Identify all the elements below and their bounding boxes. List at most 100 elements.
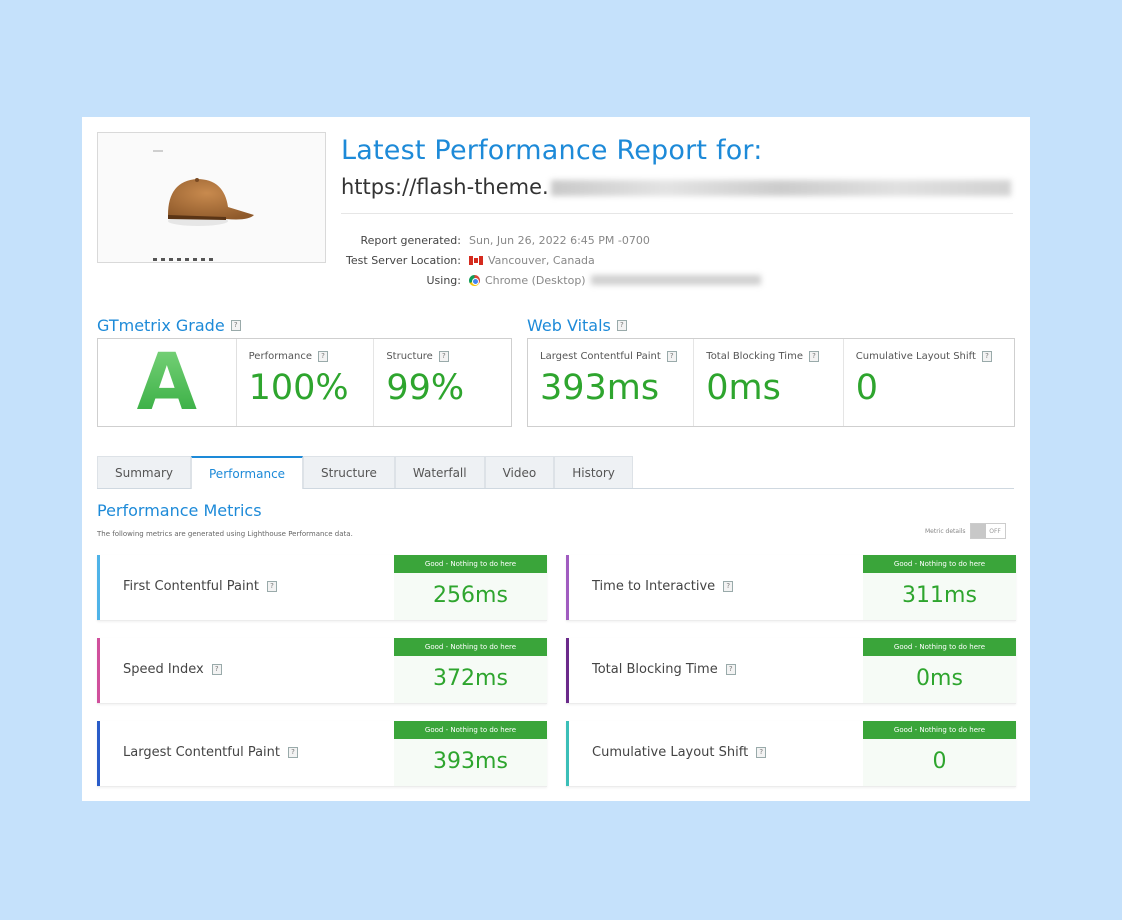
structure-score-value: 99% (386, 368, 465, 408)
grade-letter: A (98, 337, 237, 428)
report-card: Latest Performance Report for: https://f… (82, 117, 1030, 801)
metric-details-label: Metric details (925, 527, 966, 535)
metric-result: Good - Nothing to do here 393ms (394, 721, 547, 786)
vital-tbt-label: Total Blocking Time? (706, 351, 832, 362)
metric-color-bar (97, 555, 100, 620)
help-icon[interactable]: ? (211, 664, 222, 675)
help-icon[interactable]: ? (666, 351, 677, 362)
grade-letter-text: A (136, 337, 197, 428)
label-text: Cumulative Layout Shift (855, 351, 976, 362)
help-icon[interactable]: ? (723, 581, 734, 592)
meta-value: Vancouver, Canada (469, 254, 595, 267)
good-badge: Good - Nothing to do here (863, 721, 1016, 739)
performance-score-value: 100% (248, 368, 349, 408)
page-screenshot-thumbnail[interactable] (97, 132, 326, 263)
metric-name-text: First Contentful Paint (123, 579, 259, 594)
good-badge: Good - Nothing to do here (394, 721, 547, 739)
web-vitals-heading: Web Vitals ? (527, 316, 627, 335)
vital-tbt-value: 0ms (706, 368, 781, 408)
help-icon[interactable]: ? (288, 747, 299, 758)
toggle-state: OFF (989, 527, 1001, 535)
metric-name: Total Blocking Time? (592, 662, 736, 677)
canada-flag-icon (469, 255, 483, 265)
header-divider (341, 213, 1013, 214)
meta-value: Sun, Jun 26, 2022 6:45 PM -0700 (469, 233, 650, 247)
meta-value: Chrome (Desktop) (469, 274, 761, 287)
report-url[interactable]: https://flash-theme. (341, 175, 1011, 199)
metric-name: Speed Index? (123, 662, 222, 677)
metric-value: 0ms (916, 666, 963, 691)
tab-performance[interactable]: Performance (191, 456, 304, 489)
structure-score-label: Structure? (386, 351, 501, 362)
performance-metrics-title: Performance Metrics (97, 501, 262, 520)
toggle-knob (970, 524, 986, 538)
help-icon[interactable]: ? (230, 320, 241, 331)
web-vitals-box: Largest Contentful Paint? 393ms Total Bl… (527, 338, 1015, 427)
metric-value: 256ms (433, 583, 508, 608)
metric-name: Largest Contentful Paint? (123, 745, 299, 760)
good-badge: Good - Nothing to do here (394, 555, 547, 573)
vital-lcp-label: Largest Contentful Paint? (540, 351, 683, 362)
metric-name-text: Largest Contentful Paint (123, 745, 281, 760)
tab-history[interactable]: History (554, 456, 633, 488)
metric-color-bar (566, 721, 569, 786)
tab-structure[interactable]: Structure (303, 456, 395, 488)
meta-label: Test Server Location: (346, 253, 461, 267)
gtmetrix-grade-heading: GTmetrix Grade ? (97, 316, 241, 335)
performance-metrics-subtitle: The following metrics are generated usin… (97, 530, 353, 538)
vital-cls-label: Cumulative Layout Shift? (856, 351, 1004, 362)
metric-result: Good - Nothing to do here 372ms (394, 638, 547, 703)
help-icon[interactable]: ? (266, 581, 277, 592)
metric-name: Cumulative Layout Shift? (592, 745, 767, 760)
meta-row-server: Test Server Location: Vancouver, Canada (341, 250, 801, 270)
report-tabs: Summary Performance Structure Waterfall … (97, 456, 1014, 489)
metric-card-speed-index[interactable]: Speed Index? Good - Nothing to do here 3… (97, 638, 547, 704)
metric-card-lcp[interactable]: Largest Contentful Paint? Good - Nothing… (97, 721, 547, 787)
server-location: Vancouver, Canada (488, 253, 595, 267)
metric-color-bar (566, 555, 569, 620)
vital-tbt: Total Blocking Time? 0ms (694, 339, 844, 426)
report-title: Latest Performance Report for: (341, 135, 763, 166)
metric-value: 372ms (433, 666, 508, 691)
metric-card-cls[interactable]: Cumulative Layout Shift? Good - Nothing … (566, 721, 1016, 787)
metric-name: Time to Interactive? (592, 579, 734, 594)
metric-result: Good - Nothing to do here 0 (863, 721, 1016, 786)
browser-name: Chrome (Desktop) (485, 273, 586, 287)
good-badge: Good - Nothing to do here (863, 555, 1016, 573)
help-icon[interactable]: ? (438, 351, 449, 362)
performance-score-label: Performance? (249, 351, 364, 362)
vital-lcp: Largest Contentful Paint? 393ms (528, 339, 695, 426)
label-text: Performance (248, 351, 312, 362)
meta-label: Report generated: (360, 233, 461, 247)
metric-card-tti[interactable]: Time to Interactive? Good - Nothing to d… (566, 555, 1016, 621)
help-icon[interactable]: ? (725, 664, 736, 675)
gtmetrix-grade-box: A Performance? 100% Structure? 99% (97, 337, 512, 428)
tab-waterfall[interactable]: Waterfall (394, 456, 485, 488)
metric-color-bar (97, 721, 100, 786)
redacted-url (550, 180, 1011, 196)
metric-details-toggle[interactable]: OFF (969, 523, 1006, 539)
report-url-text: https://flash-theme. (341, 175, 549, 199)
tab-summary[interactable]: Summary (97, 456, 191, 488)
meta-row-using: Using: Chrome (Desktop) (341, 270, 801, 290)
help-icon[interactable]: ? (981, 351, 992, 362)
metric-value: 0 (932, 749, 947, 774)
tab-video[interactable]: Video (484, 456, 555, 488)
vital-lcp-value: 393ms (540, 368, 660, 408)
metric-name-text: Total Blocking Time (592, 662, 718, 677)
meta-row-generated: Report generated: Sun, Jun 26, 2022 6:45… (341, 230, 801, 250)
metric-result: Good - Nothing to do here 311ms (863, 555, 1016, 620)
thumbnail-swatches (153, 258, 213, 261)
metric-value: 311ms (902, 583, 977, 608)
help-icon[interactable]: ? (616, 320, 627, 331)
help-icon[interactable]: ? (808, 351, 819, 362)
help-icon[interactable]: ? (756, 747, 767, 758)
help-icon[interactable]: ? (318, 351, 328, 362)
metric-card-tbt[interactable]: Total Blocking Time? Good - Nothing to d… (566, 638, 1016, 704)
redacted-browser-details (590, 275, 761, 285)
metric-color-bar (566, 638, 569, 703)
web-vitals-title: Web Vitals (527, 316, 611, 335)
metric-card-fcp[interactable]: First Contentful Paint? Good - Nothing t… (97, 555, 547, 621)
metric-name-text: Time to Interactive (592, 579, 716, 594)
cap-image-icon (168, 178, 254, 226)
